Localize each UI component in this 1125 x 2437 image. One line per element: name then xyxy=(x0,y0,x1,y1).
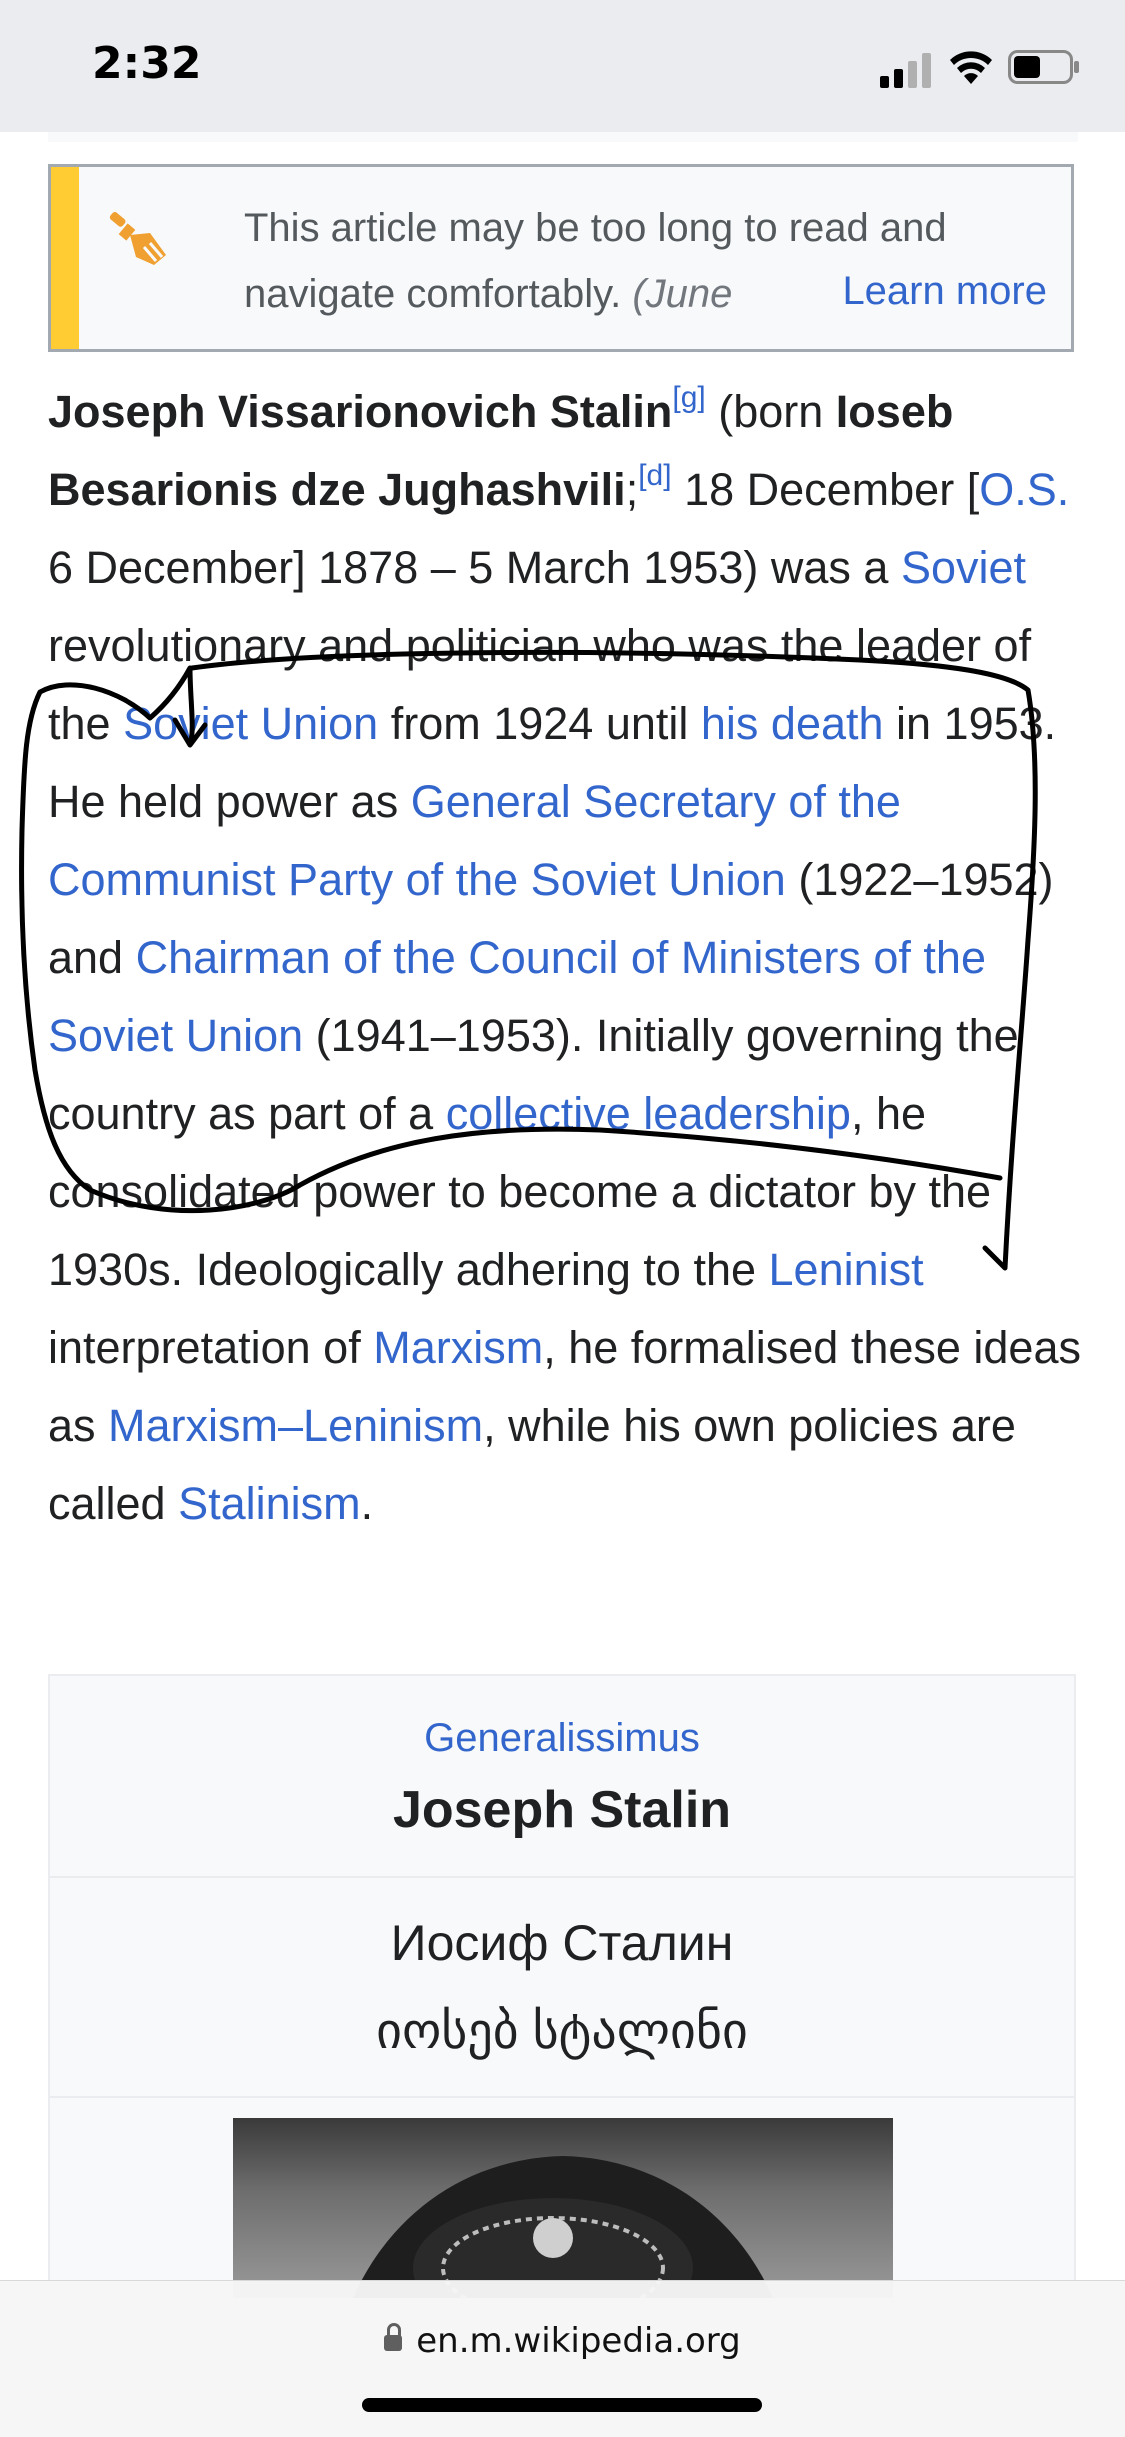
clock: 2:32 xyxy=(92,38,202,89)
leninist-link[interactable]: Leninist xyxy=(769,1244,924,1295)
lead-text: 18 December [ xyxy=(671,464,980,515)
lead-text: from 1924 until xyxy=(378,698,701,749)
learn-more-link[interactable]: Learn more xyxy=(802,263,1047,320)
portrait-image[interactable] xyxy=(233,2118,893,2298)
his-death-link[interactable]: his death xyxy=(701,698,884,749)
stalinism-link[interactable]: Stalinism xyxy=(178,1478,361,1529)
infobox-rank-link[interactable]: Generalissimus xyxy=(50,1716,1074,1761)
notice-line-2-text: navigate comfortably. xyxy=(244,272,622,316)
infobox-divider xyxy=(50,1876,1074,1878)
footnote-g-link[interactable]: [g] xyxy=(672,381,705,414)
infobox-title: Joseph Stalin xyxy=(392,1781,732,1839)
infobox-divider xyxy=(50,2096,1074,2098)
lead-text: (born xyxy=(705,386,836,437)
status-bar: 2:32 xyxy=(0,0,1125,132)
subject-name: Joseph Vissarionovich Stalin xyxy=(48,386,673,437)
infobox-native-name-russian: Иосиф Сталин xyxy=(390,1915,734,1971)
lead-paragraph: Joseph Vissarionovich Stalin[g] (born Io… xyxy=(48,373,1088,1543)
soviet-union-link[interactable]: Soviet Union xyxy=(123,698,378,749)
broom-icon xyxy=(109,212,166,265)
notice-line-1: This article may be too long to read and xyxy=(244,206,947,250)
collective-leadership-link[interactable]: collective leadership xyxy=(446,1088,851,1139)
battery-icon xyxy=(1008,50,1079,84)
wifi-icon xyxy=(950,51,992,84)
home-indicator[interactable] xyxy=(362,2398,762,2412)
page-top-divider xyxy=(48,132,1078,142)
url-text: en.m.wikipedia.org xyxy=(416,2321,741,2361)
lead-text: interpretation of xyxy=(48,1322,374,1373)
marxism-link[interactable]: Marxism xyxy=(373,1322,543,1373)
article-issue-notice[interactable]: This article may be too long to read and… xyxy=(48,164,1074,352)
notice-date: (June xyxy=(632,272,733,316)
address-display[interactable]: en.m.wikipedia.org xyxy=(0,2321,1125,2361)
marxism-leninism-link[interactable]: Marxism–Leninism xyxy=(108,1400,483,1451)
lead-text: ; xyxy=(625,464,639,515)
browser-url-bar[interactable]: en.m.wikipedia.org xyxy=(0,2280,1125,2437)
lead-text: 6 December] 1878 – 5 March 1953) was a xyxy=(48,542,901,593)
infobox: Generalissimus Joseph Stalin Иосиф Стали… xyxy=(48,1674,1076,2298)
old-style-link[interactable]: O.S. xyxy=(979,464,1069,515)
soviet-link[interactable]: Soviet xyxy=(901,542,1026,593)
infobox-native-name-georgian: იოსებ სტალინი xyxy=(376,2003,748,2059)
footnote-d-link[interactable]: [d] xyxy=(638,459,671,492)
lock-icon xyxy=(384,2323,403,2351)
lead-text: . xyxy=(360,1478,374,1529)
notice-stripe xyxy=(51,167,79,349)
cellular-signal-icon xyxy=(880,50,932,88)
